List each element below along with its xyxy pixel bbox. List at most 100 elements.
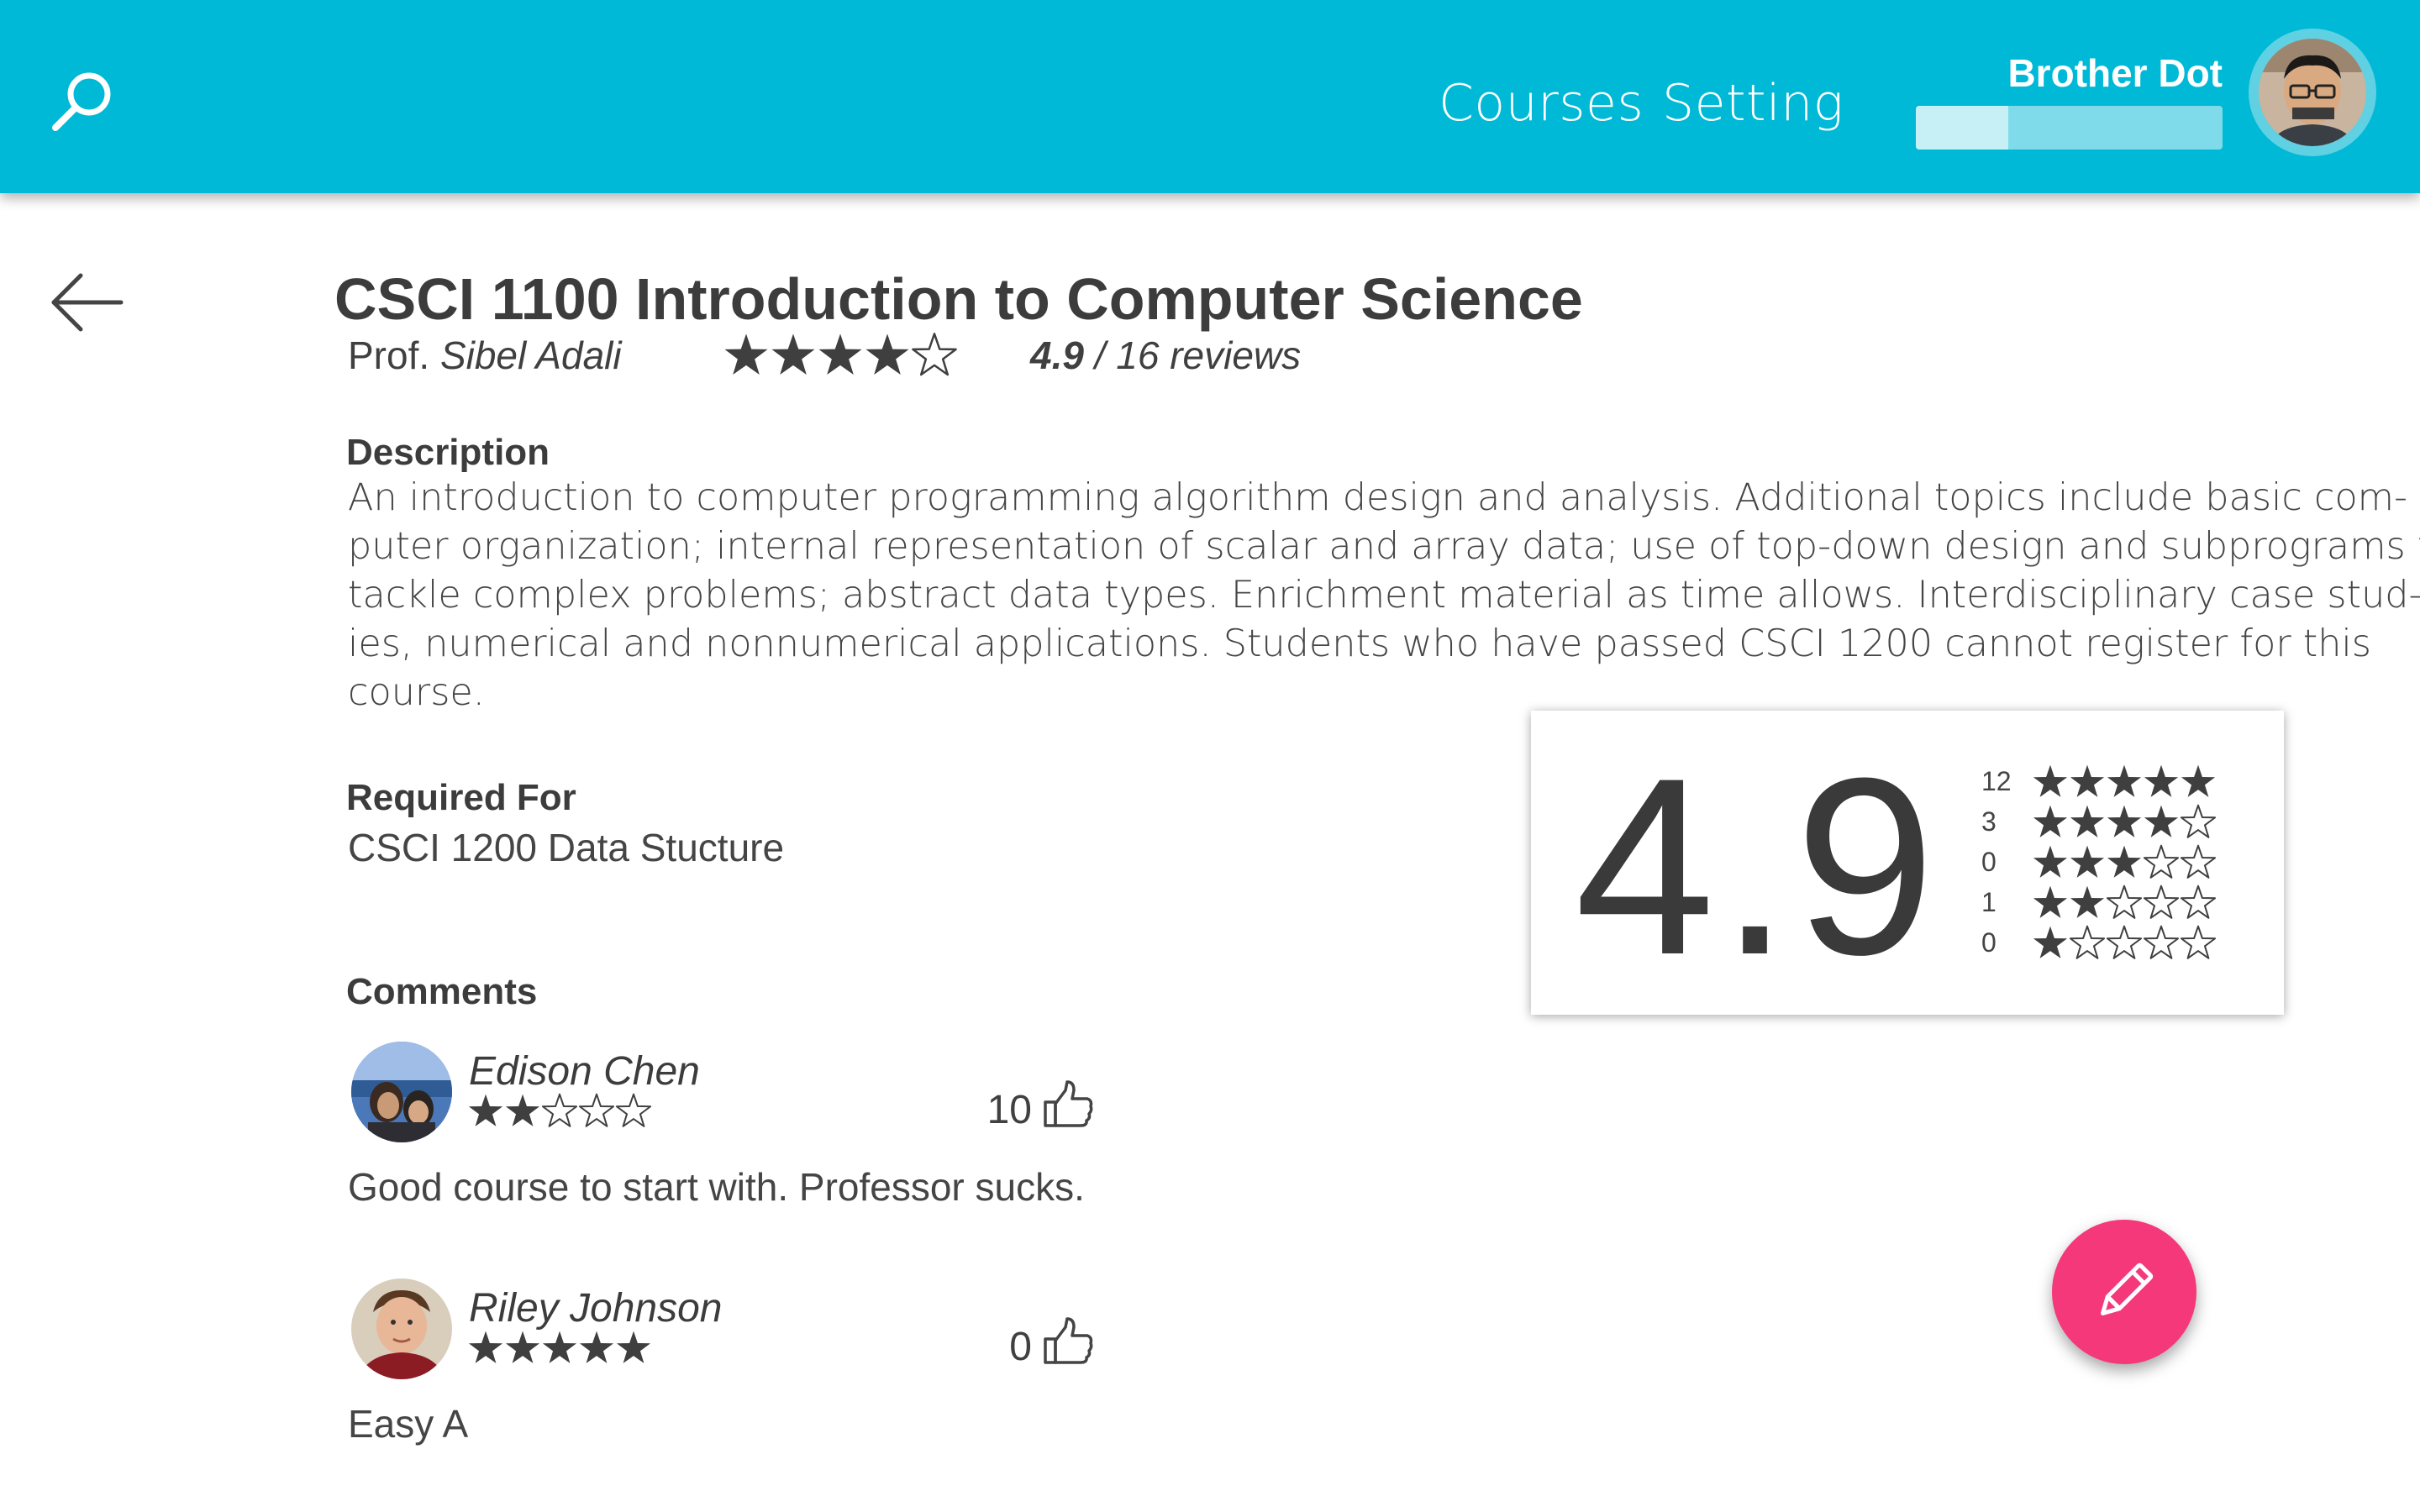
user-progress-bar <box>1916 106 2223 150</box>
rating-summary-card: 4.9 12 3 0 1 0 <box>1531 711 2284 1015</box>
empty-star-icon <box>2180 885 2217 919</box>
like-button[interactable] <box>1042 1315 1094 1368</box>
commenter-avatar[interactable] <box>351 1042 452 1142</box>
user-name: Brother Dot <box>2007 51 2223 95</box>
description-line: tackle complex problems; abstract data t… <box>348 574 2420 617</box>
filled-star-icon <box>2070 845 2105 878</box>
four-stars-icon <box>2033 804 2217 838</box>
comment-author: Edison Chen <box>469 1049 700 1094</box>
filled-star-icon <box>2033 805 2068 837</box>
empty-star-icon <box>2106 885 2143 919</box>
filled-star-icon <box>2144 764 2179 797</box>
description-text: An introduction to computer programming … <box>348 474 2420 717</box>
filled-star-icon <box>468 1331 503 1363</box>
one-star-icon <box>2033 925 2217 959</box>
professor-line: Prof. Sibel Adali <box>348 333 622 378</box>
description-heading: Description <box>346 432 550 473</box>
empty-star-icon <box>2180 804 2217 838</box>
like-count: 0 <box>1009 1325 1032 1369</box>
pencil-icon <box>2101 1263 2154 1315</box>
filled-star-icon <box>2033 926 2068 958</box>
filled-star-icon <box>505 1094 540 1126</box>
empty-star-icon <box>2069 925 2106 959</box>
arrow-left-icon <box>51 273 124 332</box>
empty-star-icon <box>2143 925 2180 959</box>
filled-star-icon <box>2033 885 2068 918</box>
user-progress-fill <box>1916 106 2008 150</box>
filled-star-icon <box>2033 764 2068 797</box>
average-score: 4.9 <box>1575 725 1941 1007</box>
filled-star-icon <box>2070 885 2105 918</box>
thumbs-up-icon <box>1044 1317 1093 1364</box>
five-stars-icon <box>2033 764 2216 797</box>
professor-name: Sibel Adali <box>439 333 622 377</box>
filled-star-icon <box>2033 845 2068 878</box>
empty-star-icon <box>2180 844 2217 879</box>
required-for-course-link[interactable]: CSCI 1200 Data Stucture <box>348 825 784 870</box>
commenter-avatar-photo <box>351 1042 452 1142</box>
comment-text: Good course to start with. Professor suc… <box>348 1165 1085 1209</box>
comment-stars-icon <box>468 1093 652 1127</box>
rating-count: 0 <box>1981 847 1996 877</box>
professor-prefix: Prof. <box>348 333 430 377</box>
filled-star-icon <box>2107 805 2142 837</box>
empty-star-icon <box>2143 885 2180 919</box>
comment-star-rating <box>467 1329 652 1370</box>
search-button[interactable] <box>50 67 118 134</box>
empty-star-icon <box>2180 925 2217 959</box>
rating-count: 0 <box>1981 927 1996 958</box>
filled-star-icon <box>616 1331 651 1363</box>
rating-count: 12 <box>1981 766 2012 796</box>
empty-star-icon <box>2106 925 2143 959</box>
nav-link-courses[interactable]: Courses <box>1439 74 1644 133</box>
comment-author: Riley Johnson <box>469 1286 723 1331</box>
filled-star-icon <box>505 1331 540 1363</box>
course-rating-summary: 4.9 / 16 reviews <box>1030 333 1301 378</box>
filled-star-icon <box>865 333 909 375</box>
commenter-avatar-photo <box>351 1278 452 1379</box>
empty-star-icon <box>615 1093 652 1127</box>
write-review-button[interactable] <box>2052 1220 2196 1364</box>
back-button[interactable] <box>49 269 126 336</box>
like-button[interactable] <box>1042 1079 1094 1131</box>
comments-heading: Comments <box>346 971 538 1012</box>
course-stars-icon <box>724 333 957 376</box>
description-line: ies, numerical and nonnumerical applicat… <box>348 622 2371 665</box>
filled-star-icon <box>2107 764 2142 797</box>
filled-star-icon <box>468 1094 503 1126</box>
description-line: puter organization; internal representat… <box>348 525 2420 568</box>
filled-star-icon <box>771 333 815 375</box>
comment-star-rating <box>467 1092 652 1133</box>
filled-star-icon <box>2181 764 2216 797</box>
filled-star-icon <box>542 1331 577 1363</box>
empty-star-icon <box>541 1093 578 1127</box>
two-stars-icon <box>2033 885 2217 919</box>
rating-count: 1 <box>1981 887 1996 917</box>
required-for-heading: Required For <box>346 777 576 818</box>
like-count: 10 <box>986 1088 1032 1132</box>
course-star-rating <box>723 331 958 382</box>
filled-star-icon <box>2107 845 2142 878</box>
nav-link-setting[interactable]: Setting <box>1662 74 1844 133</box>
user-avatar[interactable] <box>2249 29 2376 156</box>
thumbs-up-icon <box>1044 1080 1093 1127</box>
course-rating-value: 4.9 <box>1030 333 1084 377</box>
comment-text: Easy A <box>348 1402 469 1446</box>
course-title: CSCI 1100 Introduction to Computer Scien… <box>334 266 1583 332</box>
course-review-count: / 16 reviews <box>1094 333 1302 377</box>
empty-star-icon <box>578 1093 615 1127</box>
empty-star-icon <box>2143 844 2180 879</box>
commenter-avatar[interactable] <box>351 1278 452 1379</box>
filled-star-icon <box>2070 764 2105 797</box>
filled-star-icon <box>818 333 862 375</box>
filled-star-icon <box>2144 805 2179 837</box>
search-icon <box>52 72 111 131</box>
description-line: An introduction to computer programming … <box>348 476 2408 519</box>
filled-star-icon <box>579 1331 614 1363</box>
top-app-bar: Courses Setting Brother Dot <box>0 0 2420 193</box>
comment-stars-icon <box>468 1331 651 1363</box>
empty-star-icon <box>912 333 957 376</box>
filled-star-icon <box>724 333 768 375</box>
three-stars-icon <box>2033 844 2217 879</box>
rating-count: 3 <box>1981 806 1996 837</box>
